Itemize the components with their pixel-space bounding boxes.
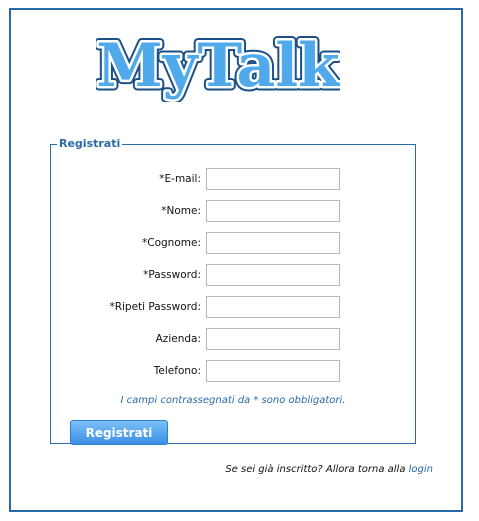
telefono-field[interactable] [206, 360, 340, 382]
nome-row: *Nome: [51, 200, 415, 222]
email-row: *E-mail: [51, 168, 415, 190]
cognome-row: *Cognome: [51, 232, 415, 254]
mytalk-logo: MyTalk MyTalk MyTalk [96, 26, 340, 103]
register-button[interactable]: Registrati [70, 420, 168, 445]
logo-text: MyTalk [96, 31, 340, 101]
nome-label: *Nome: [161, 205, 201, 217]
repeat-password-row: *Ripeti Password: [51, 296, 415, 318]
email-field[interactable] [206, 168, 340, 190]
azienda-row: Azienda: [51, 328, 415, 350]
repeat-password-label: *Ripeti Password: [109, 301, 201, 313]
repeat-password-field[interactable] [206, 296, 340, 318]
cognome-field[interactable] [206, 232, 340, 254]
login-link[interactable]: login [409, 464, 433, 475]
login-prompt: Se sei già inscritto? Allora torna alla … [225, 464, 433, 475]
cognome-label: *Cognome: [142, 237, 201, 249]
telefono-label: Telefono: [153, 365, 201, 377]
telefono-row: Telefono: [51, 360, 415, 382]
azienda-field[interactable] [206, 328, 340, 350]
required-fields-note: I campi contrassegnati da * sono obbliga… [120, 395, 346, 406]
password-label: *Password: [143, 269, 201, 281]
password-field[interactable] [206, 264, 340, 286]
password-row: *Password: [51, 264, 415, 286]
nome-field[interactable] [206, 200, 340, 222]
azienda-label: Azienda: [155, 333, 201, 345]
form-legend: Registrati [59, 137, 121, 150]
login-prompt-text: Se sei già inscritto? Allora torna alla [225, 464, 409, 475]
registration-form: Registrati *E-mail: *Nome: *Cognome: *Pa… [50, 137, 416, 445]
email-label: *E-mail: [159, 173, 201, 185]
